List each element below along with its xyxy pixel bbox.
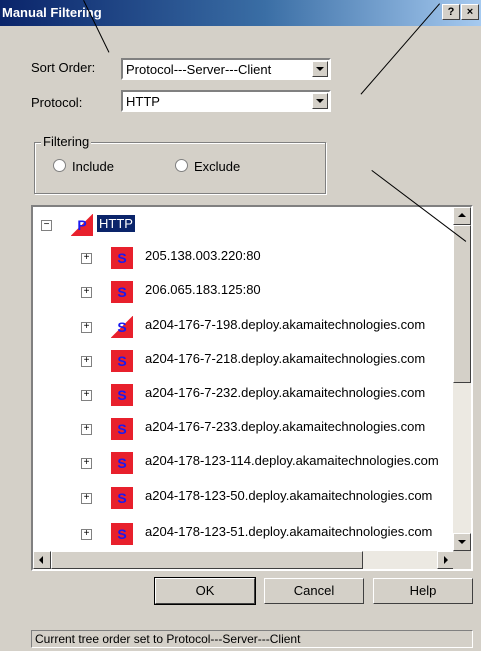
tree-item-label[interactable]: a204-176-7-233.deploy.akamaitechnologies… [145,419,425,434]
server-icon: S [111,247,133,269]
tree-item[interactable]: + S a204-176-7-218.deploy.akamaitechnolo… [33,346,453,376]
radio-icon [175,159,188,172]
server-icon: S [111,523,133,545]
tree-root-node[interactable]: − P HTTP [33,211,453,241]
tree-item[interactable]: + S 206.065.183.125:80 [33,277,453,307]
expand-icon[interactable]: + [81,356,92,367]
filtering-legend: Filtering [41,134,92,149]
expand-icon[interactable]: + [81,253,92,264]
server-icon: S [111,316,133,338]
title-bar: Manual Filtering ? × [0,0,481,26]
status-bar: Current tree order set to Protocol---Ser… [31,630,473,648]
tree-item-label[interactable]: a204-178-123-51.deploy.akamaitechnologie… [145,524,432,539]
exclude-label: Exclude [194,159,241,174]
tree-item-label[interactable]: 205.138.003.220:80 [145,248,261,263]
scroll-down-button[interactable] [453,533,471,551]
vertical-scroll-thumb[interactable] [453,225,471,383]
server-icon: S [111,452,133,474]
help-title-button[interactable]: ? [442,4,460,20]
tree-root-label[interactable]: HTTP [97,215,135,232]
filtering-group: Filtering Include Exclude [34,134,326,194]
tree-item-label[interactable]: a204-178-123-50.deploy.akamaitechnologie… [145,488,432,503]
vertical-scrollbar[interactable] [453,207,471,551]
close-button[interactable]: × [461,4,479,20]
tree-item-label[interactable]: a204-176-7-232.deploy.akamaitechnologies… [145,385,425,400]
cancel-button[interactable]: Cancel [264,578,364,604]
sort-order-select[interactable]: Protocol---Server---Client [121,58,331,80]
horizontal-scroll-thumb[interactable] [51,551,363,569]
tree-item-label[interactable]: a204-178-123-114.deploy.akamaitechnologi… [145,453,439,468]
server-icon: S [111,281,133,303]
exclude-radio[interactable]: Exclude [175,159,240,174]
tree-item-label[interactable]: a204-176-7-198.deploy.akamaitechnologies… [145,317,425,332]
manual-filtering-dialog: Manual Filtering ? × Sort Order: Protoco… [0,0,481,651]
server-icon: S [111,487,133,509]
expand-icon[interactable]: + [81,322,92,333]
expand-icon[interactable]: + [81,424,92,435]
chevron-down-icon[interactable] [312,61,328,77]
tree-item[interactable]: + S a204-176-7-198.deploy.akamaitechnolo… [33,312,453,342]
help-button[interactable]: Help [373,578,473,604]
tree-item-label[interactable]: a204-176-7-218.deploy.akamaitechnologies… [145,351,425,366]
include-label: Include [72,159,114,174]
protocol-tree[interactable]: − P HTTP + S 205.138.003.220:80 + S 206.… [31,205,473,571]
scroll-corner [453,551,471,569]
expand-icon[interactable]: + [81,529,92,540]
tree-item[interactable]: + S a204-178-123-51.deploy.akamaitechnol… [33,519,453,549]
protocol-value: HTTP [126,94,160,109]
protocol-icon: P [71,214,93,236]
radio-icon [53,159,66,172]
protocol-label: Protocol: [31,95,83,110]
include-radio[interactable]: Include [53,159,114,174]
tree-item[interactable]: + S a204-178-123-50.deploy.akamaitechnol… [33,483,453,513]
expand-icon[interactable]: + [81,458,92,469]
scroll-up-button[interactable] [453,207,471,225]
tree-item[interactable]: + S 205.138.003.220:80 [33,243,453,273]
expand-icon[interactable]: + [81,390,92,401]
tree-item-label[interactable]: 206.065.183.125:80 [145,282,261,297]
scroll-left-button[interactable] [33,551,51,569]
server-icon: S [111,418,133,440]
ok-button[interactable]: OK [154,577,256,605]
tree-item[interactable]: + S a204-176-7-232.deploy.akamaitechnolo… [33,380,453,410]
sort-order-value: Protocol---Server---Client [126,62,272,77]
horizontal-scrollbar[interactable] [33,551,455,569]
protocol-select[interactable]: HTTP [121,90,331,112]
sort-order-label: Sort Order: [31,60,96,75]
server-icon: S [111,350,133,372]
chevron-down-icon[interactable] [312,93,328,109]
tree-item[interactable]: + S a204-178-123-114.deploy.akamaitechno… [33,448,453,478]
server-icon: S [111,384,133,406]
expand-icon[interactable]: + [81,493,92,504]
expand-icon[interactable]: + [81,287,92,298]
tree-item[interactable]: + S a204-176-7-233.deploy.akamaitechnolo… [33,414,453,444]
collapse-icon[interactable]: − [41,220,52,231]
